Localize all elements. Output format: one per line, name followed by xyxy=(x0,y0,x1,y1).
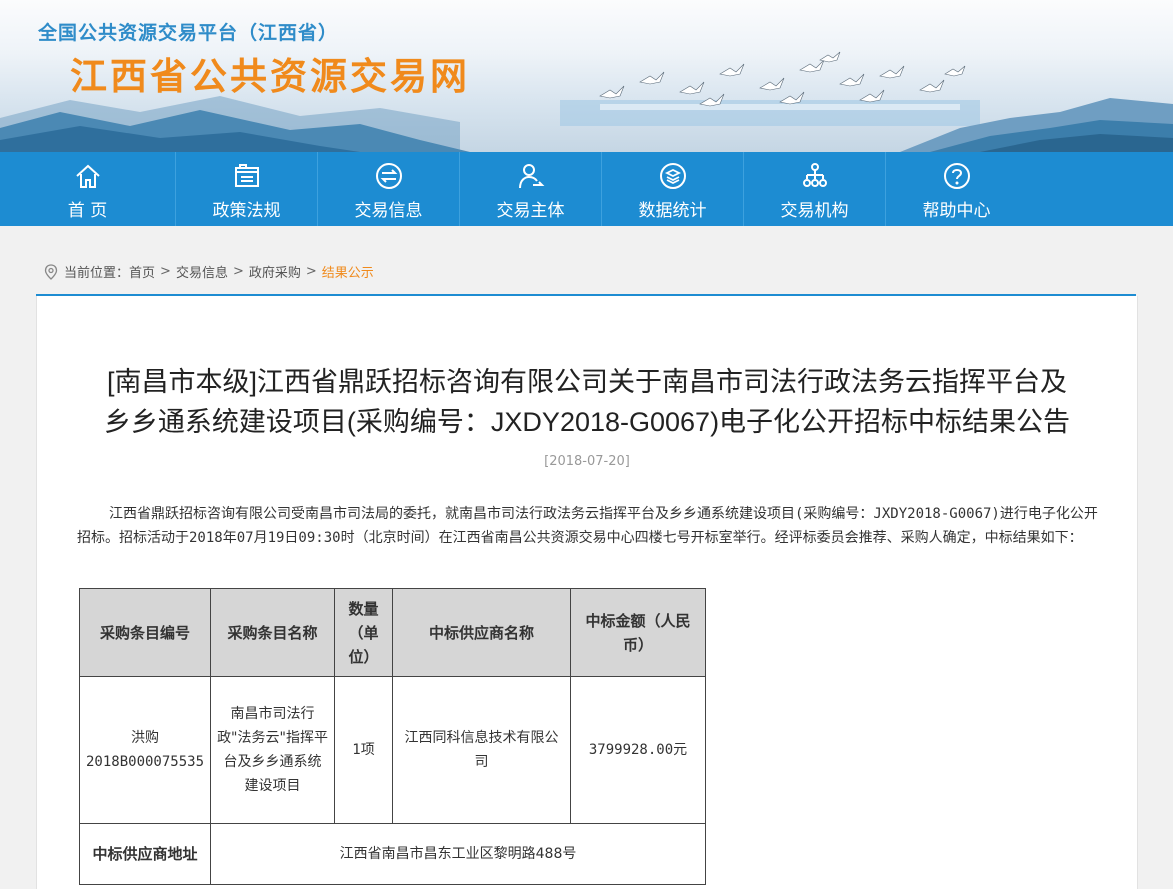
help-icon xyxy=(943,163,970,189)
site-title[interactable]: 江西省公共资源交易网 xyxy=(70,46,470,100)
user-icon xyxy=(518,164,544,189)
exchange-icon xyxy=(375,163,402,189)
nav-item-help[interactable]: 帮助中心 xyxy=(886,152,1027,226)
nav-item-label: 政策法规 xyxy=(212,201,281,221)
cell-address-label: 中标供应商地址 xyxy=(78,823,212,885)
cell-item-name: 南昌市司法行政"法务云"指挥平台及乡乡通系统建设项目 xyxy=(210,676,336,824)
main-nav: 首 页 政策法规 交易信息 交易主体 数据统计 交易机构 帮助中心 xyxy=(0,152,1173,226)
col-header-supplier: 中标供应商名称 xyxy=(392,588,572,677)
nav-item-institutions[interactable]: 交易机构 xyxy=(744,152,886,226)
cell-item-no: 洪购 2018B000075535 xyxy=(78,676,212,824)
breadcrumb-current[interactable]: 结果公示 xyxy=(322,262,374,281)
org-chart-icon xyxy=(802,163,827,187)
col-header-quantity: 数量（单位） xyxy=(334,588,394,677)
col-header-item-no: 采购条目编号 xyxy=(78,588,212,677)
nav-item-label: 首 页 xyxy=(67,201,108,221)
breadcrumb: 当前位置： 首页 > 交易信息 > 政府采购 > 结果公示 xyxy=(44,262,374,281)
article-title-line: [南昌市本级]江西省鼎跃招标咨询有限公司关于南昌市司法行政法务云指挥平台及 xyxy=(106,367,1067,397)
nav-item-label: 帮助中心 xyxy=(922,201,991,221)
cell-amount: 3799928.00元 xyxy=(570,676,707,824)
cell-supplier: 江西同科信息技术有限公司 xyxy=(392,676,572,824)
nav-item-policy[interactable]: 政策法规 xyxy=(176,152,318,226)
nav-item-label: 交易信息 xyxy=(354,201,423,221)
cell-item-no-line: 2018B000075535 xyxy=(86,754,205,770)
location-pin-icon xyxy=(44,263,58,280)
cell-address-value: 江西省南昌市昌东工业区黎明路488号 xyxy=(210,823,707,885)
platform-name: 全国公共资源交易平台（江西省） xyxy=(38,22,339,44)
breadcrumb-separator: > xyxy=(232,264,244,279)
nav-item-home[interactable]: 首 页 xyxy=(0,152,176,226)
cell-quantity: 1项 xyxy=(334,676,394,824)
article-intro: 江西省鼎跃招标咨询有限公司受南昌市司法局的委托，就南昌市司法行政法务云指挥平台及… xyxy=(77,506,1098,546)
table-header-row: 采购条目编号 采购条目名称 数量（单位） 中标供应商名称 中标金额（人民币） xyxy=(78,588,707,677)
breadcrumb-link-trade-info[interactable]: 交易信息 xyxy=(176,262,228,281)
cell-item-no-line: 洪购 xyxy=(131,730,159,746)
breadcrumb-link-home[interactable]: 首页 xyxy=(129,262,155,281)
article-date: [2018-07-20] xyxy=(544,454,630,469)
result-table: 采购条目编号 采购条目名称 数量（单位） 中标供应商名称 中标金额（人民币） 洪… xyxy=(78,588,707,885)
table-row: 洪购 2018B000075535 南昌市司法行政"法务云"指挥平台及乡乡通系统… xyxy=(78,676,707,824)
layers-icon xyxy=(659,163,686,189)
breadcrumb-prefix: 当前位置： xyxy=(64,266,130,281)
breadcrumb-separator: > xyxy=(305,264,317,279)
col-header-item-name: 采购条目名称 xyxy=(210,588,336,677)
breadcrumb-separator: > xyxy=(160,264,171,279)
site-banner: 全国公共资源交易平台（江西省） 江西省公共资源交易网 xyxy=(0,0,1173,152)
article-title: [南昌市本级]江西省鼎跃招标咨询有限公司关于南昌市司法行政法务云指挥平台及 乡乡… xyxy=(37,362,1137,442)
nav-item-label: 交易机构 xyxy=(780,201,849,221)
nav-item-label: 数据统计 xyxy=(638,201,707,221)
article-title-line: 乡乡通系统建设项目(采购编号：JXDY2018-G0067)电子化公开招标中标结… xyxy=(103,407,1071,437)
table-row: 中标供应商地址 江西省南昌市昌东工业区黎明路488号 xyxy=(78,823,707,885)
nav-item-statistics[interactable]: 数据统计 xyxy=(602,152,744,226)
article-panel: [南昌市本级]江西省鼎跃招标咨询有限公司关于南昌市司法行政法务云指挥平台及 乡乡… xyxy=(36,296,1138,889)
breadcrumb-link-gov-procurement[interactable]: 政府采购 xyxy=(249,262,301,281)
document-icon xyxy=(234,164,259,187)
home-icon xyxy=(75,164,100,188)
col-header-amount: 中标金额（人民币） xyxy=(570,588,707,677)
nav-item-label: 交易主体 xyxy=(496,201,565,221)
nav-item-trade-subject[interactable]: 交易主体 xyxy=(460,152,602,226)
nav-item-trade-info[interactable]: 交易信息 xyxy=(318,152,460,226)
